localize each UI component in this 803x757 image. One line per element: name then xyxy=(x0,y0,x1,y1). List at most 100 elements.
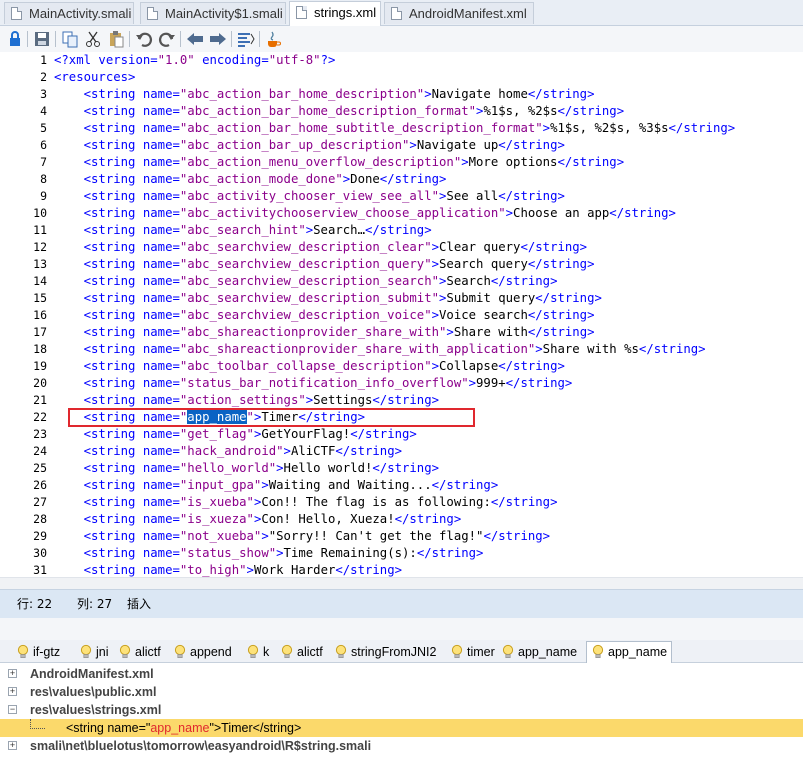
code-line[interactable]: 27 <string name="is_xueba">Con!! The fla… xyxy=(0,494,803,511)
code-token: > xyxy=(431,308,440,322)
code-line[interactable]: 8 <string name="abc_action_mode_done">Do… xyxy=(0,171,803,188)
search-tab-alictf[interactable]: alictf xyxy=(276,642,327,662)
code-line[interactable]: 17 <string name="abc_shareactionprovider… xyxy=(0,324,803,341)
code-line[interactable]: 1 <?xml version="1.0" encoding="utf-8"?> xyxy=(0,52,803,69)
code-line[interactable]: 23 <string name="get_flag">GetYourFlag!<… xyxy=(0,426,803,443)
search-tab-app_name[interactable]: app_name xyxy=(586,641,673,663)
search-match-row[interactable]: <string name="app_name">Timer</string> xyxy=(0,719,803,737)
expand-icon[interactable]: + xyxy=(8,687,17,696)
code-editor[interactable]: 1 <?xml version="1.0" encoding="utf-8"?> 2… xyxy=(0,52,803,577)
code-line[interactable]: 21 <string name="action_settings">Settin… xyxy=(0,392,803,409)
code-line[interactable]: 13 <string name="abc_searchview_descript… xyxy=(0,256,803,273)
line-number: 29 xyxy=(33,529,47,543)
paste-icon[interactable] xyxy=(107,30,125,48)
code-line[interactable]: 3 <string name="abc_action_bar_home_desc… xyxy=(0,86,803,103)
search-tab-app_name[interactable]: app_name xyxy=(497,642,581,662)
code-line[interactable]: 18 <string name="abc_shareactionprovider… xyxy=(0,341,803,358)
expand-icon[interactable]: + xyxy=(8,669,17,678)
code-text: <string name="abc_searchview_description… xyxy=(54,290,602,307)
code-token: </string> xyxy=(505,376,573,390)
lightbulb-icon xyxy=(592,644,604,659)
code-line[interactable]: 16 <string name="abc_searchview_descript… xyxy=(0,307,803,324)
lock-icon[interactable] xyxy=(6,30,24,48)
line-number: 18 xyxy=(33,342,47,356)
code-line[interactable]: 31 <string name="to_high">Work Harder</s… xyxy=(0,562,803,577)
code-token: <string xyxy=(83,325,143,339)
code-line[interactable]: 19 <string name="abc_toolbar_collapse_de… xyxy=(0,358,803,375)
code-line[interactable]: 26 <string name="input_gpa">Waiting and … xyxy=(0,477,803,494)
code-token: Clear query xyxy=(439,240,521,254)
code-line[interactable]: 11 <string name="abc_search_hint">Search… xyxy=(0,222,803,239)
lightbulb-icon xyxy=(281,644,293,659)
code-token: "status_show" xyxy=(179,546,277,560)
code-token: See all xyxy=(446,189,499,203)
code-token: </string> xyxy=(431,478,499,492)
forward-icon[interactable] xyxy=(209,30,227,48)
search-tab-k[interactable]: k xyxy=(242,642,273,662)
code-token: > xyxy=(542,121,551,135)
collapse-icon[interactable]: − xyxy=(8,705,17,714)
code-text: <string name="input_gpa">Waiting and Wai… xyxy=(54,477,499,494)
cut-icon[interactable] xyxy=(84,30,102,48)
code-text: <string name="abc_action_menu_overflow_d… xyxy=(54,154,624,171)
save-icon[interactable] xyxy=(33,30,51,48)
panel-splitter[interactable] xyxy=(0,618,803,640)
result-file-row[interactable]: + AndroidManifest.xml xyxy=(0,665,803,683)
code-line[interactable]: 10 <string name="abc_activitychooserview… xyxy=(0,205,803,222)
code-line[interactable]: 7 <string name="abc_action_menu_overflow… xyxy=(0,154,803,171)
search-tab-label: app_name xyxy=(608,645,668,659)
result-file-row[interactable]: + smali\net\bluelotus\tomorrow\easyandroi… xyxy=(0,737,803,755)
code-line[interactable]: 4 <string name="abc_action_bar_home_desc… xyxy=(0,103,803,120)
code-token: </string> xyxy=(372,393,440,407)
code-token: "hello_world" xyxy=(179,461,277,475)
code-line[interactable]: 2 <resources> xyxy=(0,69,803,86)
code-line[interactable]: 20 <string name="status_bar_notification… xyxy=(0,375,803,392)
code-line[interactable]: 14 <string name="abc_searchview_descript… xyxy=(0,273,803,290)
format-icon[interactable] xyxy=(237,30,255,48)
back-icon[interactable] xyxy=(186,30,204,48)
tab-strings-xml[interactable]: strings.xml xyxy=(289,1,381,26)
undo-icon[interactable] xyxy=(135,30,153,48)
code-token: </string> xyxy=(527,308,595,322)
code-token: %1$s, %2$s xyxy=(483,104,558,118)
code-token: "abc_shareactionprovider_share_with_appl… xyxy=(179,342,536,356)
search-tab-if-gtz[interactable]: if-gtz xyxy=(12,642,64,662)
tab-mainactivity-smali[interactable]: MainActivity.smali xyxy=(4,2,134,24)
code-token: "abc_shareactionprovider_share_with" xyxy=(179,325,447,339)
result-file-row[interactable]: + res\values\public.xml xyxy=(0,683,803,701)
code-token: name= xyxy=(142,512,180,526)
search-tab-append[interactable]: append xyxy=(169,642,236,662)
search-tab-alictf[interactable]: alictf xyxy=(114,642,165,662)
code-line[interactable]: 12 <string name="abc_searchview_descript… xyxy=(0,239,803,256)
code-line[interactable]: 28 <string name="is_xueza">Con! Hello, X… xyxy=(0,511,803,528)
code-line[interactable]: 30 <string name="status_show">Time Remai… xyxy=(0,545,803,562)
code-text: <string name="abc_action_bar_home_descri… xyxy=(54,103,625,120)
code-text: <string name="is_xueza">Con! Hello, Xuez… xyxy=(54,511,462,528)
search-tab-timer[interactable]: timer xyxy=(446,642,499,662)
search-tab-label: jni xyxy=(96,645,109,659)
code-line[interactable]: 24 <string name="hack_android">AliCTF</s… xyxy=(0,443,803,460)
copy-icon[interactable] xyxy=(61,30,79,48)
code-line[interactable]: 9 <string name="abc_activity_chooser_vie… xyxy=(0,188,803,205)
result-file-row[interactable]: − res\values\strings.xml xyxy=(0,701,803,719)
code-line[interactable]: 6 <string name="abc_action_bar_up_descri… xyxy=(0,137,803,154)
search-tab-jni[interactable]: jni xyxy=(75,642,113,662)
code-line[interactable]: 29 <string name="not_xueba">"Sorry!! Can… xyxy=(0,528,803,545)
code-token: name= xyxy=(142,155,180,169)
tab-androidmanifest-xml[interactable]: AndroidManifest.xml xyxy=(384,2,534,24)
expand-icon[interactable]: + xyxy=(8,741,17,750)
tab-mainactivity1-smali[interactable]: MainActivity$1.smali xyxy=(140,2,286,24)
search-tab-stringfromjni2[interactable]: stringFromJNI2 xyxy=(330,642,440,662)
code-line[interactable]: 15 <string name="abc_searchview_descript… xyxy=(0,290,803,307)
code-line[interactable]: 5 <string name="abc_action_bar_home_subt… xyxy=(0,120,803,137)
code-token: </string> xyxy=(527,87,595,101)
code-line[interactable]: 25 <string name="hello_world">Hello worl… xyxy=(0,460,803,477)
redo-icon[interactable] xyxy=(158,30,176,48)
code-token: "1.0" xyxy=(157,53,195,67)
line-number: 24 xyxy=(33,444,47,458)
highlight-box xyxy=(68,408,475,427)
status-bar: 行: 22 列: 27 插入 xyxy=(0,589,803,619)
code-token: name= xyxy=(142,325,180,339)
java-icon[interactable] xyxy=(264,30,282,48)
